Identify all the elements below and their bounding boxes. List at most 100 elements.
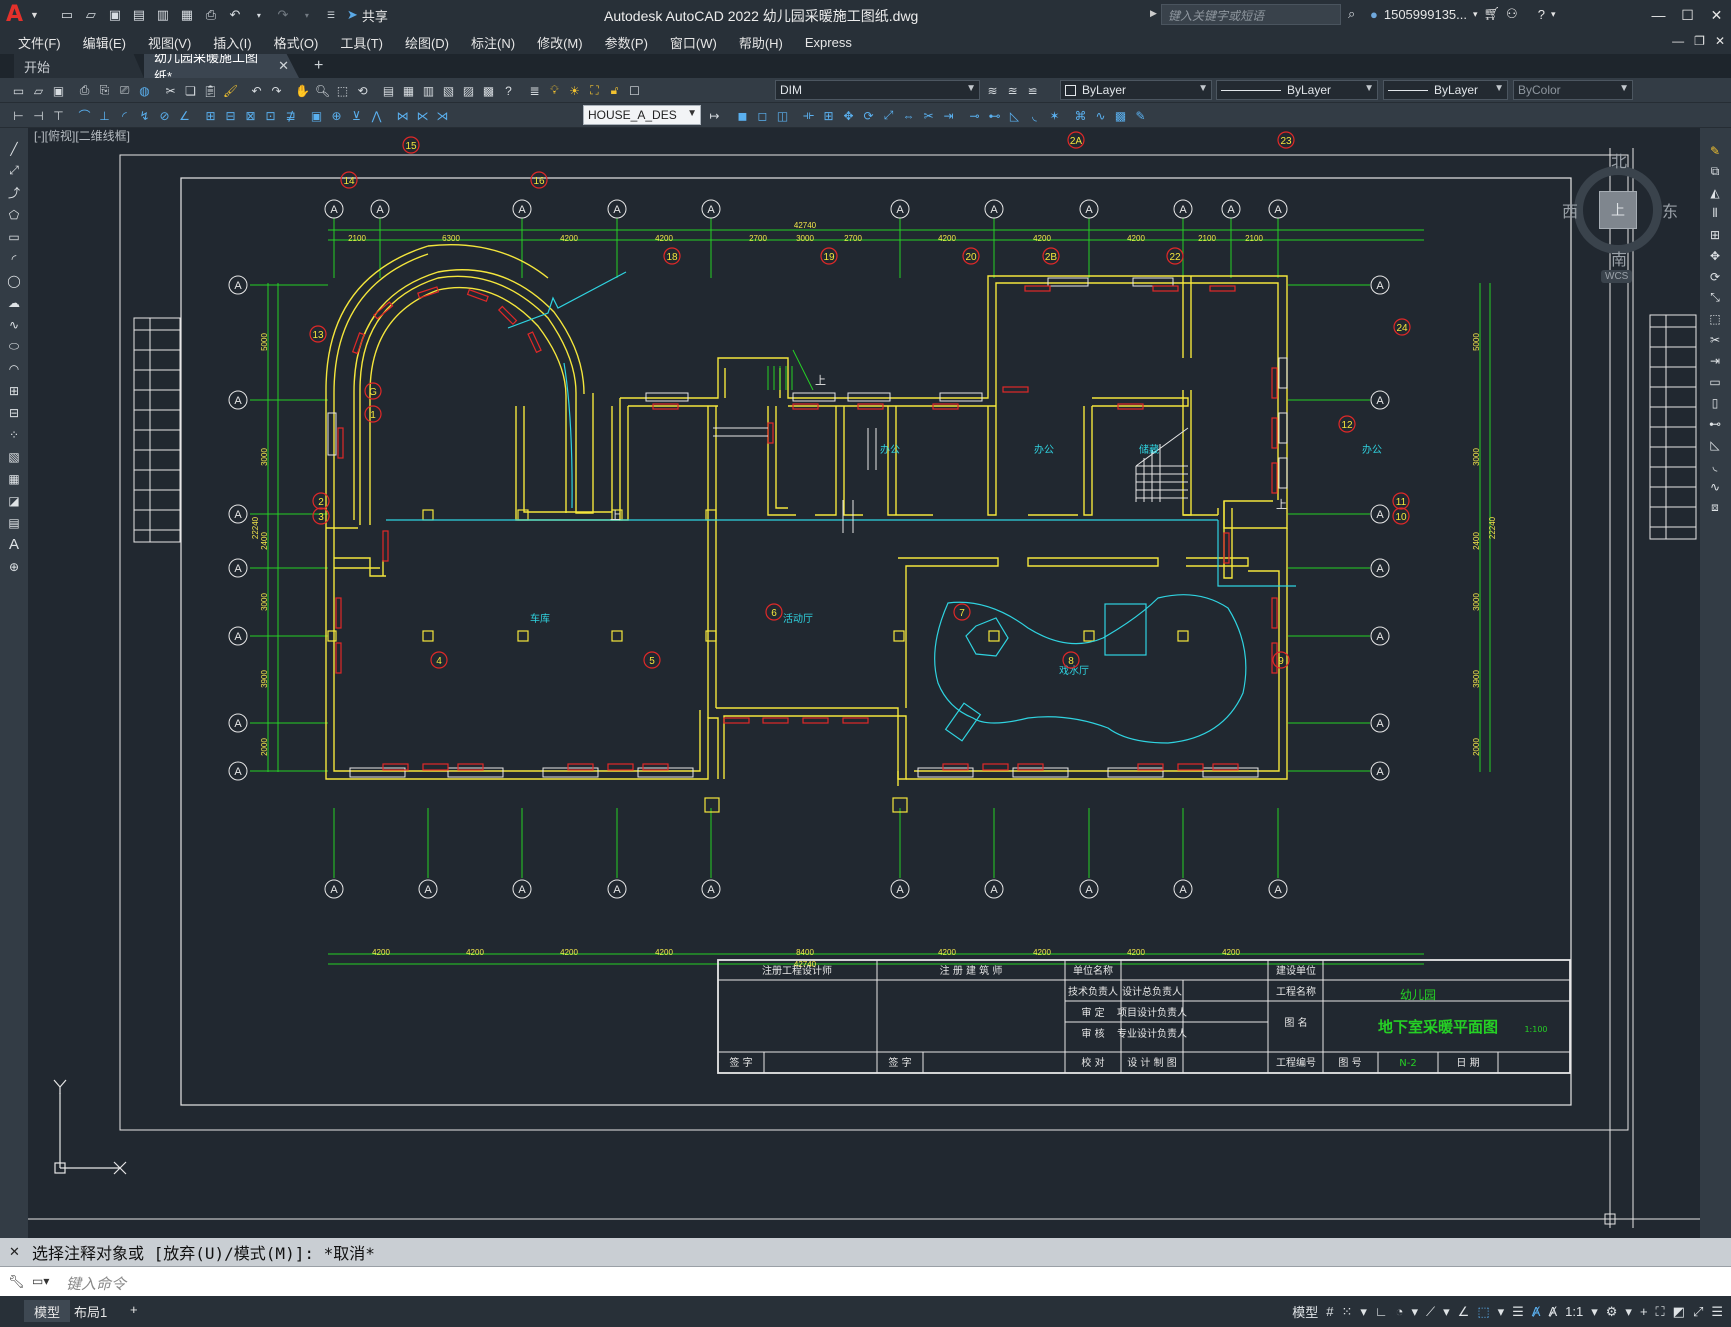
- layer-freeze-icon[interactable]: ☀: [566, 82, 583, 99]
- rectangle-icon[interactable]: ▭: [5, 228, 23, 245]
- doc-close-icon[interactable]: ✕: [1715, 34, 1725, 48]
- undo-icon[interactable]: ↶: [225, 6, 245, 24]
- osnap-tracking-icon[interactable]: ⟋: [1426, 1304, 1435, 1320]
- chamfer-tool-icon[interactable]: ◺: [1706, 436, 1724, 453]
- polar-icon[interactable]: ◔: [1396, 1304, 1404, 1319]
- linetype-dropdown[interactable]: ByLayer ▼: [1216, 80, 1378, 100]
- construction-line-icon[interactable]: ⤢: [5, 162, 23, 179]
- wcs-menu[interactable]: WCS: [1601, 270, 1633, 283]
- autocad-logo-icon[interactable]: A: [6, 4, 28, 26]
- close-icon[interactable]: ✕: [1702, 0, 1731, 30]
- undo-dropdown-icon[interactable]: ▾: [249, 6, 269, 24]
- break-tool-icon[interactable]: ▯: [1706, 394, 1724, 411]
- menu-file[interactable]: 文件(F): [18, 33, 61, 52]
- mirror-tool-icon[interactable]: ◭: [1706, 184, 1724, 201]
- spline-icon[interactable]: ∿: [5, 316, 23, 333]
- qdim-tool-icon[interactable]: ⊞: [202, 107, 219, 124]
- help-dropdown-icon[interactable]: ▾: [1551, 9, 1556, 20]
- match-properties-icon[interactable]: 🖌︎: [222, 82, 239, 99]
- user-account[interactable]: ● 1505999135... ▾ 🛒︎ ⚇ ? ▾: [1370, 6, 1555, 22]
- erase-tool-icon[interactable]: ✎: [1706, 142, 1724, 159]
- copy-icon[interactable]: ❏: [182, 82, 199, 99]
- workspace-gear-icon[interactable]: ⚙: [1606, 1304, 1618, 1320]
- publish-icon[interactable]: ⎚: [116, 82, 133, 99]
- extend-icon[interactable]: ⇥: [940, 107, 957, 124]
- compass-west[interactable]: 西: [1562, 198, 1578, 222]
- save-icon[interactable]: ▣: [105, 6, 125, 24]
- color-dropdown[interactable]: ByLayer ▼: [1060, 80, 1212, 100]
- customize-qat-icon[interactable]: ☰: [321, 6, 341, 24]
- ortho-icon[interactable]: ∟: [1375, 1304, 1388, 1319]
- add-icon[interactable]: +: [1640, 1304, 1648, 1319]
- compass-south[interactable]: 南: [1611, 246, 1627, 270]
- point-icon[interactable]: ⁘: [5, 426, 23, 443]
- layer-dropdown[interactable]: DIM ▼: [775, 80, 980, 100]
- sheet-set-icon[interactable]: ▧: [440, 82, 457, 99]
- rotate-tool-icon[interactable]: ⟳: [1706, 268, 1724, 285]
- break-at-point-icon[interactable]: ▭: [1706, 373, 1724, 390]
- search-expand-icon[interactable]: ▶: [1150, 8, 1157, 19]
- compass-east[interactable]: 东: [1662, 198, 1678, 222]
- dim-ordinate-icon[interactable]: ⊥: [96, 107, 113, 124]
- search-input[interactable]: 键入关键字或短语: [1161, 4, 1341, 25]
- center-mark-icon[interactable]: ⊕: [328, 107, 345, 124]
- rotate-icon[interactable]: ⟳: [860, 107, 877, 124]
- calculator-icon[interactable]: ▩: [480, 82, 497, 99]
- help-tool-icon[interactable]: ?: [500, 82, 517, 99]
- dim-jogged-icon[interactable]: ↯: [136, 107, 153, 124]
- add-selected-icon[interactable]: ⊕: [5, 558, 23, 575]
- open-file-icon[interactable]: ▱: [30, 82, 47, 99]
- markup-icon[interactable]: ▨: [460, 82, 477, 99]
- ellipse-arc-icon[interactable]: ◠: [5, 360, 23, 377]
- lineweight-dropdown[interactable]: ByLayer ▼: [1383, 80, 1508, 100]
- lineweight-icon[interactable]: ☰: [1512, 1304, 1524, 1320]
- arc-icon[interactable]: ◜: [5, 250, 23, 267]
- hardware-acceleration-icon[interactable]: ◩: [1673, 1304, 1685, 1320]
- viewcube[interactable]: 上 北 南 西 东 WCS: [1558, 148, 1678, 288]
- isolate-icon[interactable]: ⛶: [1656, 1304, 1665, 1320]
- move-icon[interactable]: ✥: [840, 107, 857, 124]
- plot-icon[interactable]: ⎙: [201, 6, 221, 24]
- offset-icon[interactable]: ⟛: [800, 107, 817, 124]
- dim-edit-icon[interactable]: ⋈: [394, 107, 411, 124]
- menu-format[interactable]: 格式(O): [274, 33, 319, 52]
- copy-object-icon[interactable]: ◻: [754, 107, 771, 124]
- command-input[interactable]: 键入命令: [66, 1273, 126, 1294]
- array-icon[interactable]: ⊞: [820, 107, 837, 124]
- saveas-icon[interactable]: ▤: [129, 6, 149, 24]
- tool-palettes-icon[interactable]: ▥: [420, 82, 437, 99]
- qdim-icon[interactable]: ⊢: [10, 107, 27, 124]
- dim-aligned-icon[interactable]: ⊤: [50, 107, 67, 124]
- dim-update-icon[interactable]: ⋊: [434, 107, 451, 124]
- hatch-icon[interactable]: ▧: [5, 448, 23, 465]
- maximize-icon[interactable]: ☐: [1673, 0, 1702, 30]
- dim-space-icon[interactable]: ⊡: [262, 107, 279, 124]
- command-close-icon[interactable]: ✕: [9, 1244, 20, 1260]
- explode-tool-icon[interactable]: ⧈: [1706, 499, 1724, 516]
- clean-screen-icon[interactable]: ⤢: [1693, 1304, 1703, 1320]
- open-web-icon[interactable]: ▥: [153, 6, 173, 24]
- array-tool-icon[interactable]: ⊞: [1706, 226, 1724, 243]
- layer-on-icon[interactable]: 💡︎: [546, 82, 563, 99]
- dim-break-icon[interactable]: ⋣: [282, 107, 299, 124]
- inspection-icon[interactable]: ⊻: [348, 107, 365, 124]
- plot-file-icon[interactable]: ⎙: [76, 82, 93, 99]
- layer-color-icon[interactable]: ☐: [626, 82, 643, 99]
- line-icon[interactable]: ╱: [5, 140, 23, 157]
- doc-minimize-icon[interactable]: —: [1672, 34, 1684, 48]
- zoom-previous-icon[interactable]: ⟲: [354, 82, 371, 99]
- offset-tool-icon[interactable]: ⫴: [1706, 205, 1724, 222]
- ellipse-icon[interactable]: ⬭: [5, 338, 23, 355]
- search-icon[interactable]: ⌕: [1348, 6, 1355, 22]
- edit-spline-icon[interactable]: ∿: [1092, 107, 1109, 124]
- revision-cloud-icon[interactable]: ☁: [5, 294, 23, 311]
- undo-tool-icon[interactable]: ↶: [248, 82, 265, 99]
- layer-previous-icon[interactable]: ≊: [1004, 82, 1021, 99]
- menu-help[interactable]: 帮助(H): [739, 33, 783, 52]
- scale-icon[interactable]: ⤢: [880, 107, 897, 124]
- explode-icon[interactable]: ✶: [1046, 107, 1063, 124]
- add-layout-icon[interactable]: +: [120, 1300, 148, 1322]
- autodesk-app-icon[interactable]: ⚇: [1506, 6, 1518, 22]
- move-tool-icon[interactable]: ✥: [1706, 247, 1724, 264]
- tab-close-icon[interactable]: ✕: [278, 58, 289, 74]
